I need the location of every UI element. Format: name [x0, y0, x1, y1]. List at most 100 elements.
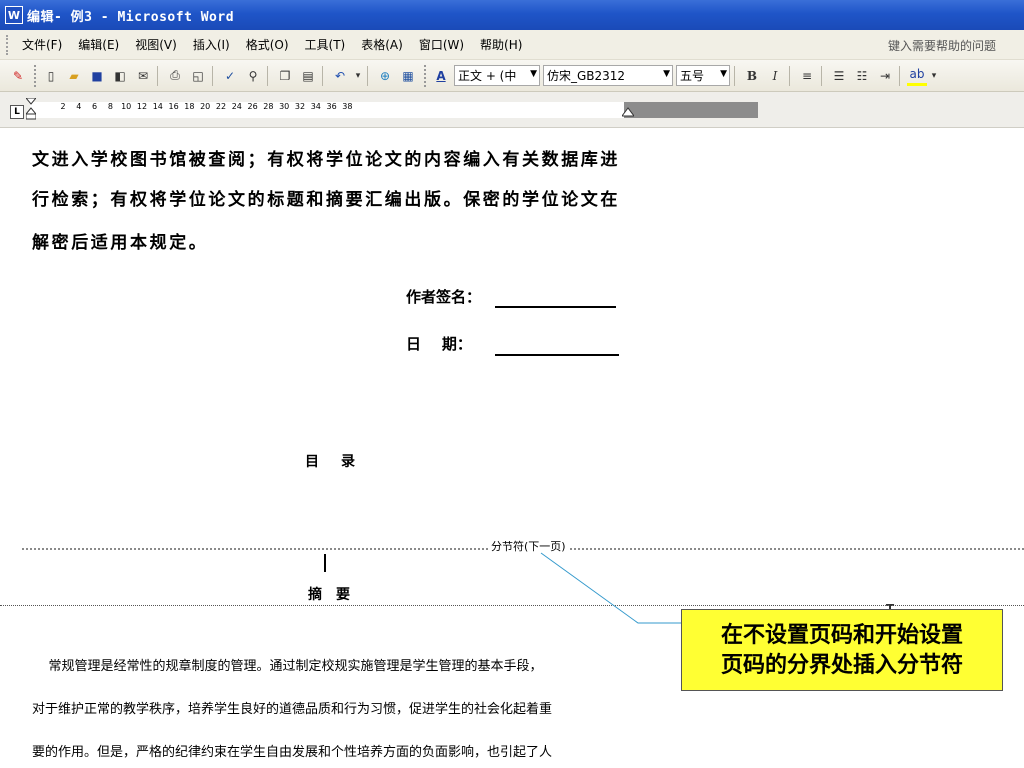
permission-icon[interactable]: ◧: [110, 66, 130, 86]
font-size-value: 五号: [680, 69, 705, 83]
font-size-select[interactable]: 五号 ▼: [676, 65, 730, 86]
print-icon[interactable]: ⎙: [165, 66, 185, 86]
menu-window[interactable]: 窗口(W): [419, 36, 464, 53]
styles-icon[interactable]: A: [431, 66, 451, 86]
print-preview-icon[interactable]: ◱: [188, 66, 208, 86]
toolbar-separator: [821, 65, 822, 86]
font-select-value: 仿宋_GB2312: [547, 69, 626, 83]
toolbar-separator: [267, 65, 268, 86]
spelling-icon[interactable]: ✓: [220, 66, 240, 86]
callout-line-1: 在不设置页码和开始设置: [720, 622, 963, 648]
author-signature-label: 作者签名：: [406, 288, 482, 306]
ruler-tick-label: 18: [184, 102, 195, 111]
style-select-value: 正文 + (中: [458, 69, 517, 83]
help-search-input[interactable]: 键入需要帮助的问题: [888, 34, 1016, 56]
ruler-tick-label: 8: [107, 102, 113, 111]
hyperlink-icon[interactable]: ⊕: [375, 66, 395, 86]
ruler-tick-label: 40: [358, 102, 369, 111]
page-boundary-line: [0, 605, 1024, 606]
toolbar-separator: [899, 65, 900, 86]
section-break-label: 分节符(下一页): [488, 538, 569, 554]
highlight-icon[interactable]: ab: [907, 66, 927, 86]
toolbar-separator: [322, 65, 323, 86]
numbering-icon[interactable]: ☰: [829, 66, 849, 86]
toolbar-grip[interactable]: [34, 64, 38, 87]
new-document-icon[interactable]: ▯: [41, 66, 61, 86]
date-line: [495, 354, 619, 356]
menu-file[interactable]: 文件(F): [22, 36, 62, 53]
ruler-tick-label: 36: [326, 102, 337, 111]
paragraph-line: 文进入学校图书馆被查阅；有权将学位论文的内容编入有关数据库进: [32, 150, 620, 170]
menu-format[interactable]: 格式(O): [246, 36, 289, 53]
menu-tools[interactable]: 工具(T): [305, 36, 346, 53]
chevron-down-icon[interactable]: ▼: [530, 69, 537, 79]
body-text-line: 对于维护正常的教学秩序，培养学生良好的道德品质和行为习惯，促进学生的社会化起着重: [32, 702, 553, 717]
callout-note: 在不设置页码和开始设置 页码的分界处插入分节符: [681, 609, 1003, 691]
chevron-down-icon[interactable]: ▼: [720, 69, 727, 79]
menu-view[interactable]: 视图(V): [135, 36, 177, 53]
abstract-heading: 摘要: [308, 587, 364, 603]
ruler-tick-label: 12: [136, 102, 148, 111]
ruler-tick-label: 4: [76, 102, 82, 111]
indent-icon[interactable]: ⇥: [875, 66, 895, 86]
indent-marker-icon[interactable]: [26, 98, 36, 120]
ruler-tick-label: 48: [421, 102, 432, 111]
menu-insert[interactable]: 插入(I): [193, 36, 230, 53]
bold-button[interactable]: B: [742, 66, 762, 86]
toolbar-separator: [789, 65, 790, 86]
undo-dropdown-icon[interactable]: ▾: [353, 66, 363, 86]
paste-icon[interactable]: ▤: [298, 66, 318, 86]
toolbar-separator: [212, 65, 213, 86]
ruler-tick-label: 34: [310, 102, 321, 111]
toolbar-separator: [367, 65, 368, 86]
research-icon[interactable]: ⚲: [243, 66, 263, 86]
callout-line-2: 页码的分界处插入分节符: [720, 652, 963, 678]
toolbar-grip[interactable]: [424, 64, 428, 87]
ruler-tick-label: 16: [168, 102, 179, 111]
ruler-tick-label: 20: [200, 102, 211, 111]
ruler-tick-label: 2: [60, 102, 66, 111]
ruler-tick-label: 44: [389, 102, 400, 111]
title-bar: W 编辑- 例3 - Microsoft Word: [0, 0, 1024, 30]
ruler-tick-label: 26: [247, 102, 258, 111]
ruler-tick-label: 32: [294, 102, 306, 111]
italic-button[interactable]: I: [765, 66, 785, 86]
menu-bar: 文件(F) 编辑(E) 视图(V) 插入(I) 格式(O) 工具(T) 表格(A…: [0, 30, 1024, 60]
menu-grip[interactable]: [6, 34, 12, 55]
style-select[interactable]: 正文 + (中 ▼: [454, 65, 540, 86]
menu-table[interactable]: 表格(A): [361, 36, 403, 53]
ruler-tick-label: 14: [152, 102, 163, 111]
ruler-tick-label: 28: [263, 102, 274, 111]
ruler-tick-label: 10: [121, 102, 132, 111]
open-folder-icon[interactable]: ▰: [64, 66, 84, 86]
highlight-dropdown-icon[interactable]: ▾: [930, 66, 938, 86]
undo-icon[interactable]: ↶: [330, 66, 350, 86]
font-select[interactable]: 仿宋_GB2312 ▼: [543, 65, 673, 86]
word-app-icon[interactable]: W: [5, 6, 23, 24]
body-text-line: 要的作用。但是，严格的纪律约束在学生自由发展和个性培养方面的负面影响，也引起了人: [32, 745, 553, 760]
table-icon[interactable]: ▦: [398, 66, 418, 86]
chevron-down-icon[interactable]: ▼: [663, 69, 670, 79]
horizontal-ruler[interactable]: L 2 4 6 8 10 12 14 16 18 20 22 24 26 28 30 32 34 36 38 40 42…: [0, 92, 1024, 128]
align-center-icon[interactable]: ≡: [797, 66, 817, 86]
body-text-line: 常规管理是经常性的规章制度的管理。通过制定校规实施管理是学生管理的基本手段，: [32, 659, 543, 674]
bullets-icon[interactable]: ☷: [852, 66, 872, 86]
author-signature-line: [495, 306, 616, 308]
right-indent-marker-icon[interactable]: [622, 106, 634, 118]
ruler-margin-area: [624, 102, 758, 118]
ruler-tick-label: 6: [92, 102, 98, 111]
email-icon[interactable]: ✉: [133, 66, 153, 86]
menu-help[interactable]: 帮助(H): [480, 36, 522, 53]
window-title: 编辑- 例3 - Microsoft Word: [27, 9, 235, 25]
copy-icon[interactable]: ❐: [275, 66, 295, 86]
date-label: 日 期：: [406, 335, 472, 353]
toolbar-separator: [734, 65, 735, 86]
paragraph-line: 行检索；有权将学位论文的标题和摘要汇编出版。保密的学位论文在: [32, 190, 620, 210]
tab-stop-selector[interactable]: L: [10, 105, 24, 119]
menu-edit[interactable]: 编辑(E): [78, 36, 119, 53]
ruler-tick-label: 42: [373, 102, 385, 111]
ruler-tick-label: 46: [405, 102, 416, 111]
save-icon[interactable]: ■: [87, 66, 107, 86]
plugin-icon[interactable]: ✎: [8, 66, 28, 86]
ruler-tick-label: 38: [342, 102, 353, 111]
